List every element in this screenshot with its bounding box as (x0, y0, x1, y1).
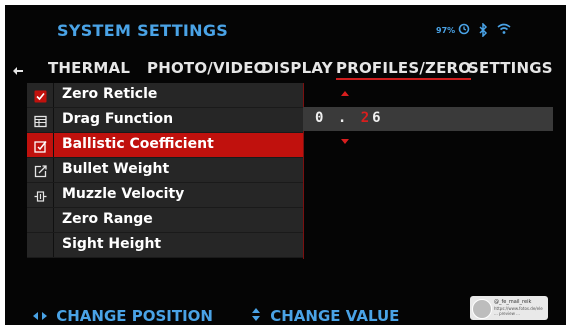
row-divider (53, 233, 54, 257)
settings-menu: Zero Reticle Drag Function Ballistic Coe… (27, 83, 303, 258)
decrease-value-arrow-icon[interactable] (341, 139, 349, 144)
tab-photo-video[interactable]: PHOTO/VIDEO (147, 59, 267, 77)
menu-item-ballistic-coefficient[interactable]: Ballistic Coefficient (27, 133, 303, 158)
row-divider (53, 183, 54, 207)
table-grid-icon (34, 113, 47, 128)
battery-level: 97% (436, 26, 456, 35)
device-screen: SYSTEM SETTINGS 97% THERMAL PHOTO/VIDEO … (5, 5, 566, 325)
notification-toast[interactable]: @_fe_mail_reik https://www.fotos.de/ele … (470, 296, 548, 320)
menu-item-zero-range[interactable]: Zero Range (27, 208, 303, 233)
velocity-icon (34, 188, 47, 202)
change-position-label: CHANGE POSITION (56, 307, 213, 325)
change-value-hint: CHANGE VALUE (251, 307, 399, 325)
change-position-hint: CHANGE POSITION (33, 307, 213, 325)
tab-display[interactable]: DISPLAY (261, 59, 333, 77)
row-divider (53, 133, 54, 157)
menu-item-label: Drag Function (62, 111, 174, 127)
value-editor[interactable]: 0 . 26 (303, 107, 553, 131)
menu-item-muzzle-velocity[interactable]: Muzzle Velocity (27, 183, 303, 208)
tab-profiles-zero[interactable]: PROFILES/ZERO (336, 59, 472, 80)
menu-item-label: Muzzle Velocity (62, 186, 185, 202)
menu-item-bullet-weight[interactable]: Bullet Weight (27, 158, 303, 183)
left-right-arrows-icon (33, 307, 52, 325)
page-title: SYSTEM SETTINGS (57, 21, 229, 40)
menu-item-label: Zero Reticle (62, 86, 158, 102)
tab-thermal[interactable]: THERMAL (48, 59, 130, 77)
tab-settings[interactable]: SETTINGS (468, 59, 553, 77)
avatar (472, 299, 492, 319)
row-divider (53, 83, 54, 107)
up-down-arrows-icon (251, 307, 266, 325)
menu-item-label: Bullet Weight (62, 161, 170, 177)
bluetooth-icon (478, 22, 488, 38)
value-display: 0 . 26 (315, 110, 384, 126)
clock-circle-icon (458, 23, 470, 35)
tab-bar: THERMAL PHOTO/VIDEO DISPLAY PROFILES/ZER… (5, 54, 566, 82)
menu-item-label: Zero Range (62, 211, 153, 227)
menu-item-drag-function[interactable]: Drag Function (27, 108, 303, 133)
increase-value-arrow-icon[interactable] (341, 91, 349, 96)
edit-checkbox-icon (34, 138, 47, 153)
notification-sender: @_fe_mail_reik (494, 299, 532, 305)
checkbox-checked-icon (34, 88, 47, 103)
value-suffix: 6 (372, 110, 384, 126)
notification-text: https://www.fotos.de/ele ... preview ... (494, 306, 543, 316)
back-arrow-icon[interactable] (12, 62, 24, 75)
row-divider (53, 208, 54, 232)
change-value-label: CHANGE VALUE (270, 307, 400, 325)
menu-item-sight-height[interactable]: Sight Height (27, 233, 303, 258)
value-active-digit: 2 (360, 110, 373, 126)
menu-item-zero-reticle[interactable]: Zero Reticle (27, 83, 303, 108)
menu-item-label: Ballistic Coefficient (62, 136, 214, 152)
external-edit-icon (34, 163, 47, 178)
row-divider (53, 158, 54, 182)
row-divider (53, 108, 54, 132)
value-prefix: 0 . (315, 110, 361, 126)
menu-item-label: Sight Height (62, 236, 162, 252)
wifi-icon (497, 23, 511, 35)
